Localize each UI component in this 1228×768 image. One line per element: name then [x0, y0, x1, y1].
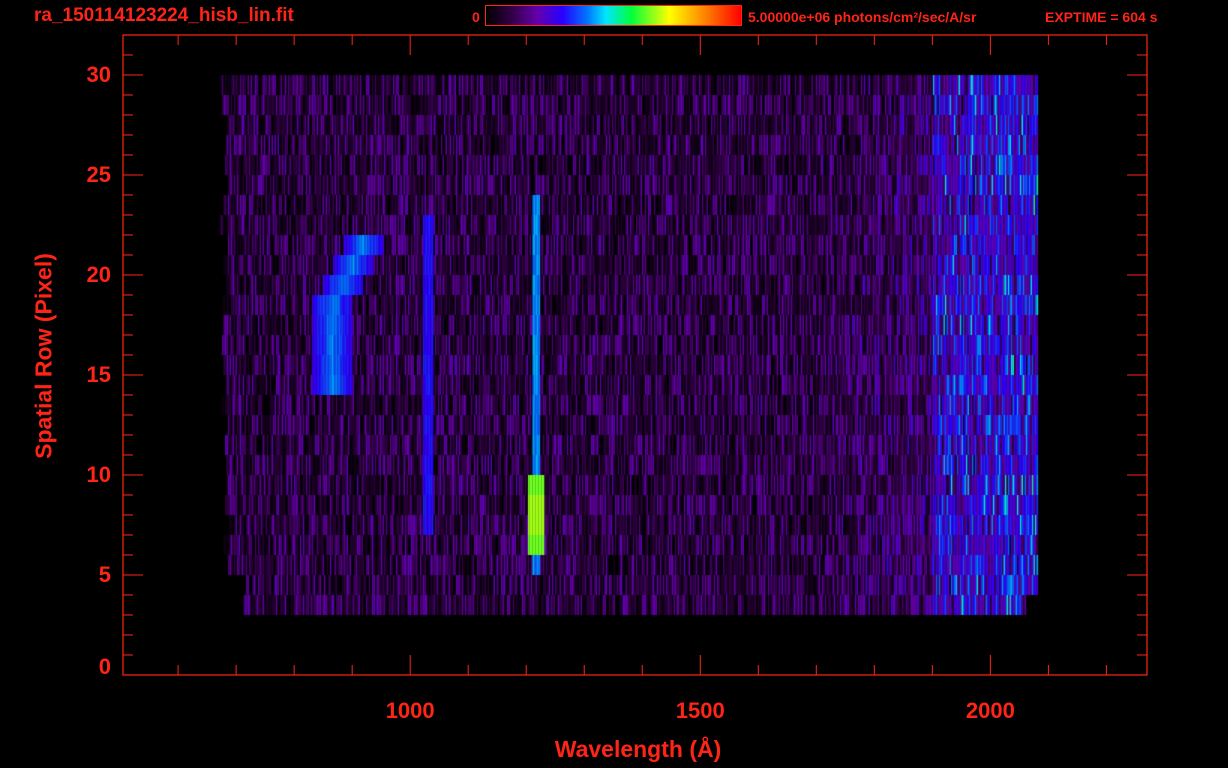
x-tick-label: 2000: [965, 698, 1015, 723]
y-tick-label: 15: [86, 362, 111, 387]
plot-axes: [122, 34, 1148, 676]
y-tick-label: 30: [86, 62, 111, 87]
plot-frame: [122, 34, 1148, 676]
x-tick-label: 1500: [675, 698, 725, 723]
y-tick-label: 5: [98, 562, 111, 587]
y-tick-label: 0: [98, 654, 111, 679]
y-axis-label: Spatial Row (Pixel): [30, 253, 57, 459]
y-tick-label: 20: [86, 262, 111, 287]
y-tick-label: 25: [86, 162, 111, 187]
x-axis-label: Wavelength (Å): [554, 736, 722, 762]
x-tick-label: 1000: [385, 698, 435, 723]
y-tick-label: 10: [86, 462, 111, 487]
